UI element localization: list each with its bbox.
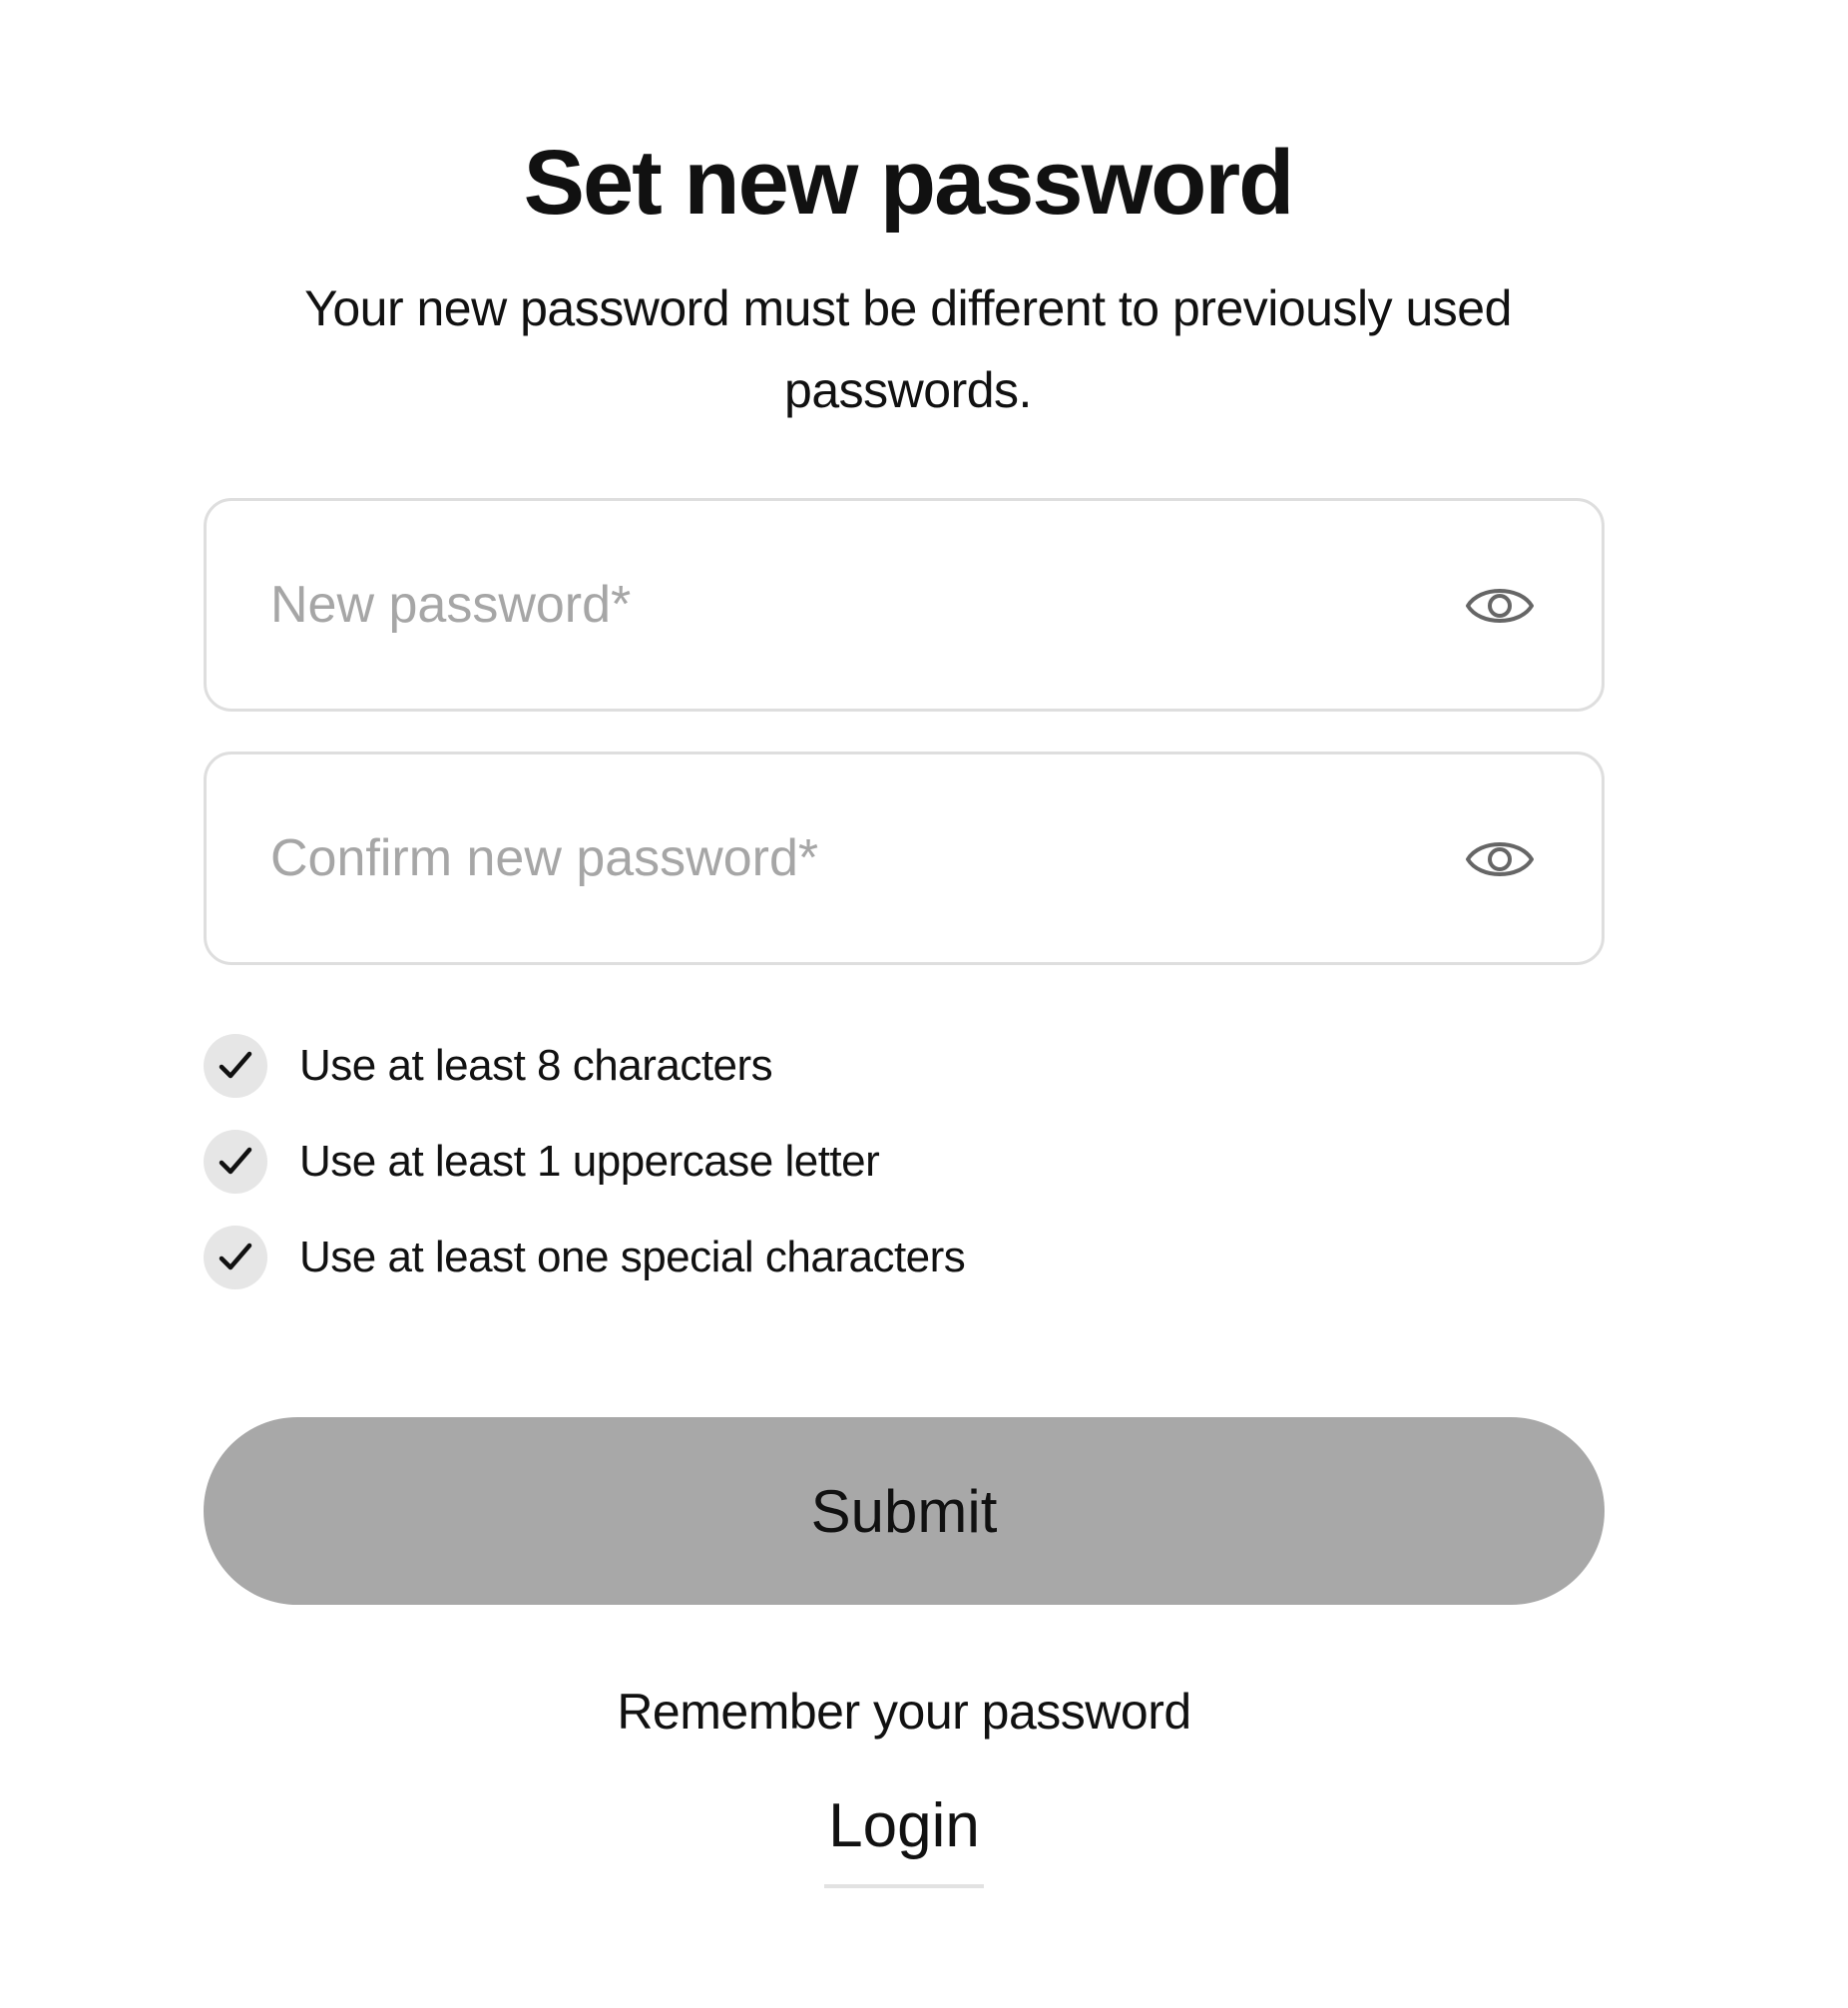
checkmark-icon xyxy=(204,1034,267,1098)
checkmark-icon xyxy=(204,1130,267,1194)
requirement-label: Use at least 8 characters xyxy=(299,1041,773,1090)
submit-button[interactable]: Submit xyxy=(204,1417,1605,1605)
page-subtitle: Your new password must be different to p… xyxy=(304,280,1512,418)
remember-password-text: Remember your password xyxy=(617,1684,1191,1740)
eye-icon[interactable] xyxy=(1464,826,1536,892)
password-requirements: Use at least 8 characters Use at least 1… xyxy=(204,1034,1601,1321)
set-password-page: Set new password Your new password must … xyxy=(0,0,1848,2008)
new-password-input[interactable] xyxy=(270,501,1408,709)
requirement-item: Use at least one special characters xyxy=(204,1226,1601,1289)
confirm-password-input[interactable] xyxy=(270,754,1408,962)
confirm-password-field xyxy=(204,752,1605,965)
requirement-label: Use at least one special characters xyxy=(299,1233,966,1281)
requirement-item: Use at least 1 uppercase letter xyxy=(204,1130,1601,1194)
page-title: Set new password xyxy=(523,132,1295,234)
eye-icon[interactable] xyxy=(1464,573,1536,639)
login-link[interactable]: Login xyxy=(824,1786,984,1888)
requirement-item: Use at least 8 characters xyxy=(204,1034,1601,1098)
new-password-field xyxy=(204,498,1605,712)
checkmark-icon xyxy=(204,1226,267,1289)
requirement-label: Use at least 1 uppercase letter xyxy=(299,1137,880,1186)
